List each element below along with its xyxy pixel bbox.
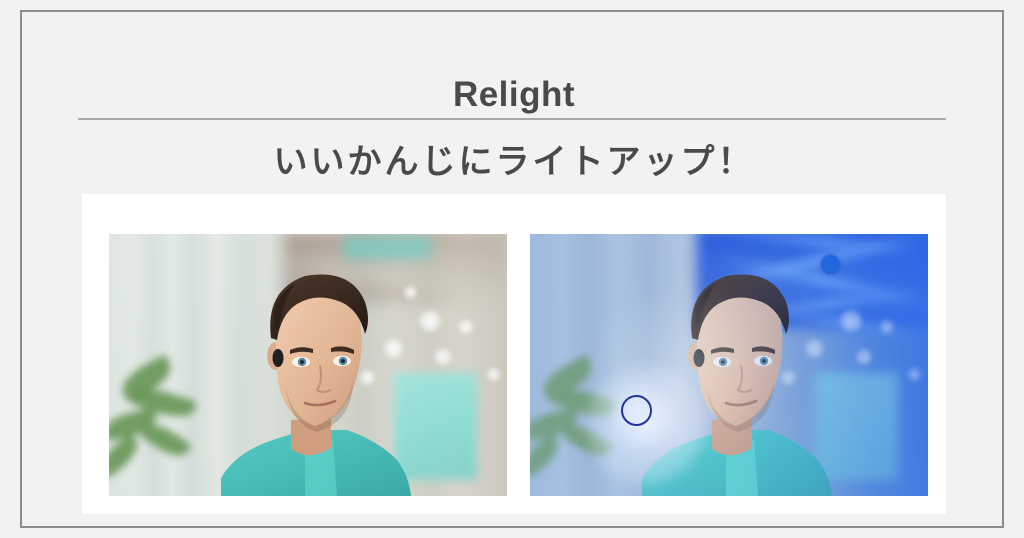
page-subtitle: いいかんじにライトアップ！ [273,143,755,181]
before-image[interactable] [109,234,507,496]
screenshot-root: Relight いいかんじにライトアップ！ [0,0,1024,538]
title-divider [78,118,946,120]
light-radius-ring-handle[interactable] [621,395,652,426]
before-person [221,274,411,496]
after-scene [530,234,928,496]
before-scene [109,234,507,496]
after-person [642,274,832,496]
slide-frame: Relight いいかんじにライトアップ！ [20,10,1004,528]
comparison-card [82,194,946,514]
after-image[interactable] [530,234,928,496]
header: Relight いいかんじにライトアップ！ [22,12,1006,187]
blue-light-point-handle[interactable] [821,255,840,274]
page-title: Relight [452,75,576,114]
